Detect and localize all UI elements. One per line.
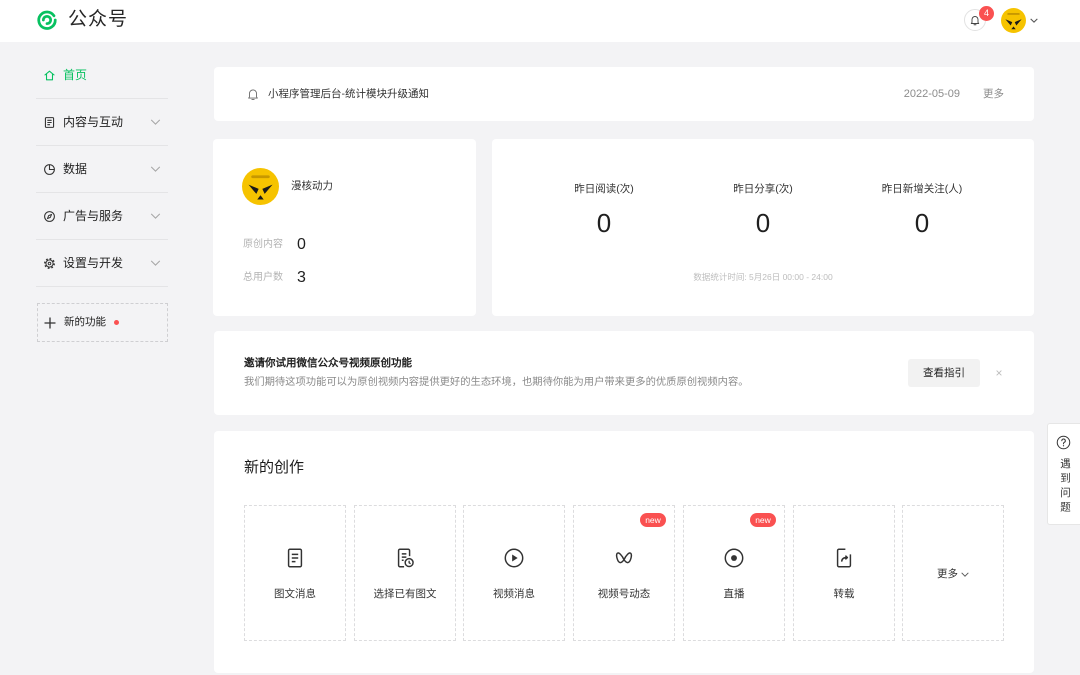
sidebar-item-content[interactable]: 内容与互动 [36, 99, 168, 146]
stat-label: 昨日分享(次) [733, 183, 793, 195]
stat-value: 0 [596, 208, 612, 238]
more-label: 更多 [937, 568, 958, 580]
notification-count-badge[interactable]: 4 [979, 6, 994, 21]
plus-icon [44, 317, 56, 329]
account-avatar [242, 168, 279, 205]
channels-icon [613, 547, 635, 569]
banner-description: 我们期待这项功能可以为原创视频内容提供更好的生态环境，也期待你能为用户带来更多的… [244, 377, 749, 388]
new-feature-button[interactable]: 新的功能 [37, 303, 168, 342]
original-content-label: 原创内容 [243, 239, 283, 250]
tile-repost[interactable]: 转载 [793, 505, 895, 641]
sidebar-item-label: 广告与服务 [63, 209, 124, 223]
more-toggle[interactable]: 更多 [903, 567, 1003, 581]
sidebar-item-settings-dev[interactable]: 设置与开发 [36, 240, 168, 287]
article-history-icon [394, 547, 416, 569]
tile-channels-post[interactable]: new 视频号动态 [573, 505, 675, 641]
stat-value: 0 [914, 208, 930, 238]
tile-video[interactable]: 视频消息 [463, 505, 565, 641]
stat-yesterday-new-followers: 昨日新增关注(人) 0 [842, 139, 1002, 259]
stat-yesterday-reads: 昨日阅读(次) 0 [524, 139, 684, 259]
tile-label: 转载 [833, 588, 855, 600]
new-feature-label: 新的功能 [64, 316, 106, 328]
stat-value: 0 [755, 208, 771, 238]
chevron-down-icon[interactable] [150, 119, 161, 125]
video-play-icon [503, 547, 525, 569]
tile-article[interactable]: 图文消息 [244, 505, 346, 641]
chevron-down-icon[interactable] [1030, 18, 1038, 23]
gear-icon [43, 257, 56, 270]
tile-label: 图文消息 [274, 588, 316, 600]
notice-card: 小程序管理后台-统计模块升级通知 2022-05-09 更多 [214, 67, 1034, 121]
account-name: 漫核动力 [291, 180, 333, 192]
new-feature-dot [114, 320, 119, 325]
sidebar-item-label: 首页 [63, 68, 88, 82]
sidebar-item-home[interactable]: 首页 [36, 52, 168, 99]
total-users-value: 3 [297, 269, 306, 286]
repost-icon [833, 547, 855, 569]
new-badge: new [750, 513, 776, 527]
section-title: 新的创作 [244, 459, 305, 476]
tile-label: 直播 [723, 588, 745, 600]
tile-more[interactable]: 更多 [902, 505, 1004, 641]
compass-icon [43, 210, 56, 223]
new-creation-card: 新的创作 图文消息 选择已有图文 视频消息 new 视频号动态 new 直播 转… [214, 431, 1034, 673]
app-title: 公众号 [68, 9, 129, 30]
close-icon[interactable]: × [993, 366, 1005, 380]
sidebar-item-ads-services[interactable]: 广告与服务 [36, 193, 168, 240]
tile-existing-article[interactable]: 选择已有图文 [354, 505, 456, 641]
help-circle-icon [1056, 435, 1071, 450]
live-icon [723, 547, 745, 569]
top-bar: 公众号 4 [0, 0, 1080, 42]
overview-card: 昨日阅读(次) 0 昨日分享(次) 0 昨日新增关注(人) 0 数据统计时间: … [492, 139, 1034, 316]
pie-chart-icon [43, 163, 56, 176]
document-icon [43, 116, 56, 129]
wechat-official-account-logo-icon[interactable] [36, 9, 58, 31]
notice-more-link[interactable]: 更多 [983, 67, 1004, 121]
new-badge: new [640, 513, 666, 527]
stats-time-range: 数据统计时间: 5月26日 00:00 - 24:00 [693, 272, 833, 282]
chevron-down-icon [961, 572, 969, 577]
invite-banner: 邀请你试用微信公众号视频原创功能 我们期待这项功能可以为原创视频内容提供更好的生… [214, 331, 1034, 415]
chevron-down-icon[interactable] [150, 260, 161, 266]
chevron-down-icon[interactable] [150, 213, 161, 219]
notice-link[interactable]: 小程序管理后台-统计模块升级通知 [268, 67, 429, 121]
notice-date: 2022-05-09 [903, 88, 960, 100]
account-card: 漫核动力 原创内容 0 总用户数 3 [213, 139, 476, 316]
tile-label: 视频消息 [493, 588, 535, 600]
stat-yesterday-shares: 昨日分享(次) 0 [683, 139, 843, 259]
stat-label: 昨日新增关注(人) [881, 183, 963, 195]
sidebar-item-label: 数据 [63, 162, 88, 176]
view-guide-button[interactable]: 查看指引 [908, 359, 980, 387]
banner-title: 邀请你试用微信公众号视频原创功能 [244, 357, 412, 369]
bell-icon [246, 86, 260, 102]
help-label: 遇到问题 [1059, 458, 1071, 516]
home-icon [43, 69, 56, 82]
stat-label: 昨日阅读(次) [574, 183, 634, 195]
article-icon [284, 547, 306, 569]
help-float-button[interactable]: 遇到问题 [1047, 423, 1080, 525]
user-avatar[interactable] [1001, 8, 1026, 33]
sidebar-item-label: 设置与开发 [63, 256, 124, 270]
total-users-label: 总用户数 [243, 272, 283, 283]
sidebar-item-data[interactable]: 数据 [36, 146, 168, 193]
tile-label: 视频号动态 [597, 588, 651, 600]
tile-label: 选择已有图文 [373, 588, 437, 600]
original-content-value: 0 [297, 236, 306, 253]
sidebar-item-label: 内容与互动 [63, 115, 124, 129]
chevron-down-icon[interactable] [150, 166, 161, 172]
tile-live[interactable]: new 直播 [683, 505, 785, 641]
